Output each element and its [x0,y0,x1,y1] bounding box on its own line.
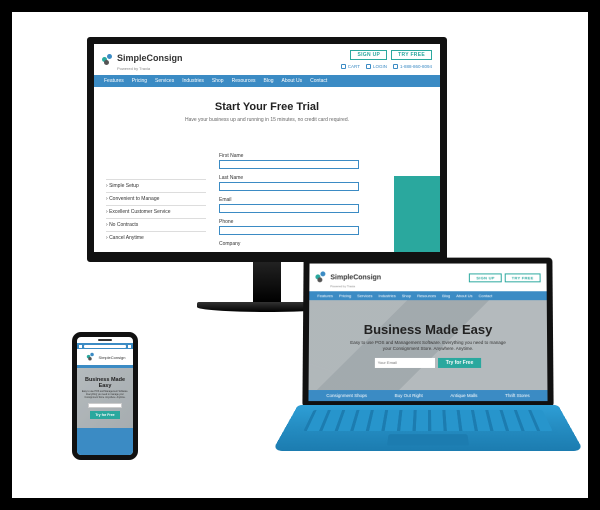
category-link[interactable]: Antique Malls [450,393,477,398]
site-header: SimpleConsign Powered by Traxia SIGN UP … [309,264,546,292]
login-link[interactable]: LOGIN [366,64,387,69]
logo-icon [102,54,114,66]
laptop-screen: SimpleConsign Powered by Traxia SIGN UP … [302,258,553,408]
nav-item[interactable]: Shop [402,293,411,298]
category-strip [77,428,133,458]
nav-item[interactable]: Services [357,293,372,298]
email-label: Email [219,197,359,203]
phone-label: Phone [219,219,359,225]
phone-input[interactable] [219,226,359,235]
hero-subtitle: Easy to use POS and Management Software.… [348,340,508,352]
try-free-button[interactable]: Try for Free [90,411,119,419]
hero-title: Business Made Easy [80,377,130,389]
category-strip: Consignment Shops Buy Out Right Antique … [308,390,547,401]
nav-item[interactable]: Industries [182,78,204,84]
hero-title: Business Made Easy [364,322,493,337]
benefit-item: Excellent Customer Service [106,205,206,218]
email-input[interactable] [375,358,435,368]
nav-item[interactable]: About Us [282,78,303,84]
site-header: SimpleConsign Powered by Traxia SIGN UP … [94,44,440,75]
brand-logo[interactable]: SimpleConsign Powered by Traxia [102,48,183,71]
nav-item[interactable]: Resources [232,78,256,84]
benefit-item: Simple Setup [106,179,206,192]
primary-nav: Features Pricing Services Industries Sho… [94,75,440,87]
last-name-input[interactable] [219,182,359,191]
benefits-list: Simple Setup Convenient to Manage Excell… [106,179,206,244]
nav-item[interactable]: Resources [417,293,436,298]
cart-icon [341,64,346,69]
decorative-panel [394,176,440,256]
nav-item[interactable]: Industries [378,293,395,298]
nav-item[interactable]: Blog [442,293,450,298]
email-input[interactable] [219,204,359,213]
primary-nav: Features Pricing Services Industries Sho… [309,291,547,300]
first-name-input[interactable] [219,160,359,169]
site-header: SimpleConsign [77,349,133,365]
browser-control-icon[interactable] [79,345,82,348]
hero-section: Business Made Easy Easy to use POS and M… [77,368,133,428]
laptop-device: SimpleConsign Powered by Traxia SIGN UP … [298,257,558,467]
nav-item[interactable]: Contact [479,293,493,298]
nav-item[interactable]: Blog [264,78,274,84]
nav-item[interactable]: Features [104,78,124,84]
signup-form: First Name Last Name Email Phone Company [219,153,359,248]
last-name-label: Last Name [219,175,359,181]
phone-device: SimpleConsign Business Made Easy Easy to… [72,332,138,460]
first-name-label: First Name [219,153,359,159]
try-free-button[interactable]: TRY FREE [505,273,541,282]
benefit-item: Convenient to Manage [106,192,206,205]
menu-icon[interactable] [128,345,131,348]
brand-tagline: Powered by Traxia [117,66,183,71]
brand-name: SimpleConsign [330,274,381,281]
category-link[interactable]: Thrift Stores [505,393,530,398]
hero-subtitle: Easy to use POS and Management Software.… [80,391,130,399]
benefit-item: Cancel Anytime [106,231,206,244]
nav-item[interactable]: Pricing [339,293,351,298]
logo-icon [315,271,327,283]
page-title: Start Your Free Trial [94,101,440,113]
page-subtitle: Have your business up and running in 15 … [94,117,440,123]
signup-button[interactable]: SIGN UP [350,50,387,60]
try-free-button[interactable]: Try for Free [438,358,482,368]
cloud-icon [366,64,371,69]
nav-item[interactable]: Contact [310,78,327,84]
monitor-screen: SimpleConsign Powered by Traxia SIGN UP … [87,37,447,262]
nav-item[interactable]: Services [155,78,174,84]
benefit-item: No Contracts [106,218,206,231]
utility-row: CART LOGIN 1-888-860-8094 [341,64,432,69]
nav-item[interactable]: About Us [456,293,472,298]
hero-section: Business Made Easy Easy to use POS and M… [309,300,548,390]
signup-button[interactable]: SIGN UP [469,273,501,282]
logo-icon [86,353,94,361]
email-input[interactable] [88,403,122,408]
nav-item[interactable]: Shop [212,78,224,84]
category-link[interactable]: Consignment Shops [326,393,367,398]
cart-link[interactable]: CART [341,64,360,69]
trial-page: Start Your Free Trial Have your business… [94,101,440,262]
nav-item[interactable]: Pricing [132,78,147,84]
category-link[interactable]: Buy Out Right [395,393,423,398]
try-free-button[interactable]: TRY FREE [391,50,432,60]
brand-logo[interactable]: SimpleConsign Powered by Traxia [315,267,381,289]
phone-icon [393,64,398,69]
laptop-keyboard [272,405,583,451]
company-label: Company [219,241,359,247]
brand-tagline: Powered by Traxia [330,284,381,288]
phone-link[interactable]: 1-888-860-8094 [393,64,432,69]
brand-name: SimpleConsign [117,53,183,63]
nav-item[interactable]: Features [317,293,333,298]
monitor-stand [253,262,281,302]
device-showcase: SimpleConsign Powered by Traxia SIGN UP … [0,0,600,510]
url-field[interactable] [84,345,126,348]
brand-name[interactable]: SimpleConsign [99,355,126,360]
